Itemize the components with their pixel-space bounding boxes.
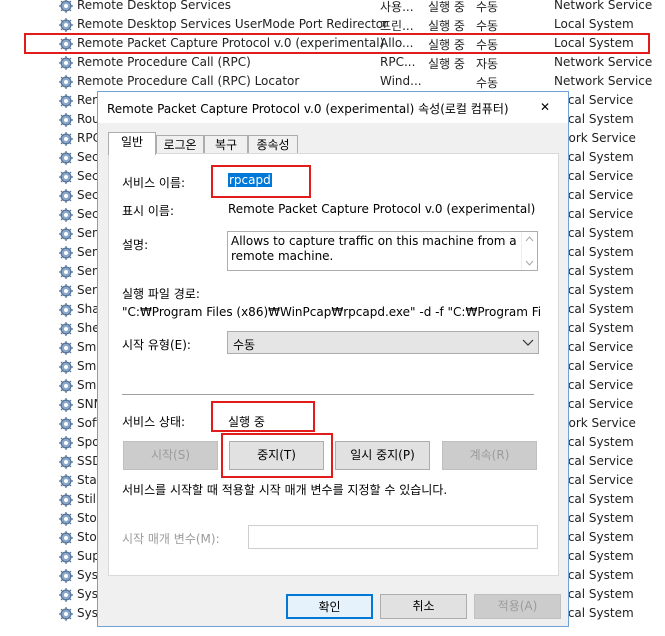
service-name-cell: Sec <box>77 207 99 221</box>
highlight-box-service-status <box>211 401 315 432</box>
resume-button[interactable]: 계속(R) <box>442 441 537 470</box>
scroll-arrows-icon <box>525 236 534 266</box>
tab-recovery[interactable]: 복구 <box>204 135 248 154</box>
gear-icon <box>59 94 73 108</box>
service-startup-cell: 자동 <box>476 57 499 71</box>
gear-icon <box>59 550 73 564</box>
start-params-input[interactable] <box>248 525 538 549</box>
service-desc-cell: Wind... <box>380 74 422 88</box>
description-scrollbar[interactable] <box>521 232 537 270</box>
highlight-box-selected-service <box>24 33 650 54</box>
gear-icon <box>59 398 73 412</box>
gear-icon <box>59 379 73 393</box>
gear-icon <box>59 569 73 583</box>
description-label: 설명: <box>122 238 149 252</box>
gear-icon <box>59 284 73 298</box>
close-icon[interactable]: ✕ <box>522 92 568 123</box>
gear-icon <box>59 474 73 488</box>
gear-icon <box>59 170 73 184</box>
highlight-box-service-name <box>211 165 311 198</box>
exe-path-label: 실행 파일 경로: <box>122 287 200 301</box>
gear-icon <box>59 18 73 32</box>
service-properties-dialog: Remote Packet Capture Protocol v.0 (expe… <box>97 91 569 627</box>
gear-icon <box>59 322 73 336</box>
gear-icon <box>59 455 73 469</box>
service-desc-cell: 프린... <box>380 19 414 33</box>
close-glyph: ✕ <box>539 100 551 114</box>
display-name-value[interactable]: Remote Packet Capture Protocol v.0 (expe… <box>228 202 535 216</box>
service-logon-cell: Network Service <box>554 55 653 69</box>
tab-dependencies[interactable]: 종속성 <box>248 135 298 154</box>
service-status-cell: 실행 중 <box>428 19 465 33</box>
gear-icon <box>59 151 73 165</box>
description-value: Allows to capture traffic on this machin… <box>231 234 517 263</box>
service-logon-cell: Network Service <box>554 74 653 88</box>
ok-button[interactable]: 확인 <box>286 594 373 619</box>
gear-icon <box>59 417 73 431</box>
service-name-cell: Remote Desktop Services <box>77 0 232 12</box>
service-status-cell: 실행 중 <box>428 0 465 14</box>
service-name-label: 서비스 이름: <box>122 176 186 190</box>
chevron-down-icon <box>522 339 534 346</box>
gear-icon <box>59 360 73 374</box>
service-logon-cell: Local System <box>554 17 634 31</box>
gear-icon <box>59 588 73 602</box>
dialog-titlebar: Remote Packet Capture Protocol v.0 (expe… <box>98 92 568 123</box>
gear-icon <box>59 493 73 507</box>
gear-icon <box>59 246 73 260</box>
pause-button[interactable]: 일시 중지(P) <box>335 441 430 470</box>
highlight-box-stop-button <box>221 433 333 478</box>
service-startup-cell: 수동 <box>476 0 499 14</box>
service-desc-cell: RPC... <box>380 55 416 69</box>
gear-icon <box>59 512 73 526</box>
service-logon-cell: Network Service <box>554 0 653 12</box>
general-tab-panel: 서비스 이름: rpcapd 표시 이름: Remote Packet Capt… <box>108 153 559 576</box>
gear-icon <box>59 227 73 241</box>
gear-icon <box>59 303 73 317</box>
service-row[interactable]: Remote Procedure Call (RPC) Locator Wind.… <box>0 73 665 92</box>
service-name-cell: Remote Procedure Call (RPC) Locator <box>77 74 300 88</box>
service-startup-cell: 수동 <box>476 76 499 90</box>
startup-type-dropdown[interactable]: 수동 <box>227 331 539 354</box>
startup-type-label: 시작 유형(E): <box>122 338 191 352</box>
service-name-cell: Remote Procedure Call (RPC) <box>77 55 251 69</box>
gear-icon <box>59 189 73 203</box>
display-name-label: 표시 이름: <box>122 204 175 218</box>
startup-type-value: 수동 <box>233 338 256 352</box>
gear-icon <box>59 56 73 70</box>
start-params-hint: 서비스를 시작할 때 적용할 시작 매개 변수를 지정할 수 있습니다. <box>122 483 448 497</box>
service-status-cell: 실행 중 <box>428 57 465 71</box>
cancel-button[interactable]: 취소 <box>380 594 467 619</box>
service-startup-cell: 수동 <box>476 19 499 33</box>
gear-icon <box>59 436 73 450</box>
gear-icon <box>59 531 73 545</box>
tab-general[interactable]: 일반 <box>108 132 156 155</box>
service-row[interactable]: Remote Desktop Services 사용... 실행 중 수동 Networ… <box>0 0 665 16</box>
gear-icon <box>59 113 73 127</box>
gear-icon <box>59 208 73 222</box>
dialog-title: Remote Packet Capture Protocol v.0 (expe… <box>107 102 509 116</box>
service-name-cell: Remote Desktop Services UserMode Port Re… <box>77 17 389 31</box>
service-status-label: 서비스 상태: <box>122 415 186 429</box>
description-textarea[interactable]: Allows to capture traffic on this machin… <box>227 231 538 271</box>
service-name-cell: Sec <box>77 169 99 183</box>
service-desc-cell: 사용... <box>380 0 414 14</box>
service-name-cell: Still <box>77 492 100 506</box>
gear-icon <box>59 132 73 146</box>
start-button[interactable]: 시작(S) <box>123 441 218 470</box>
exe-path-value[interactable]: "C:₩Program Files (x86)₩WinPcap₩rpcapd.e… <box>122 305 540 319</box>
tab-logon[interactable]: 로그온 <box>156 135 204 154</box>
gear-icon <box>59 607 73 621</box>
apply-button[interactable]: 적용(A) <box>474 594 561 619</box>
gear-icon <box>59 341 73 355</box>
gear-icon <box>59 265 73 279</box>
service-name-cell: Sec <box>77 188 99 202</box>
service-row[interactable]: Remote Procedure Call (RPC) RPC... 실행 중 자동 N… <box>0 54 665 73</box>
start-params-label: 시작 매개 변수(M): <box>122 532 220 546</box>
gear-icon <box>59 75 73 89</box>
separator <box>122 394 534 395</box>
gear-icon <box>59 0 73 13</box>
service-name-cell: Sec <box>77 150 99 164</box>
